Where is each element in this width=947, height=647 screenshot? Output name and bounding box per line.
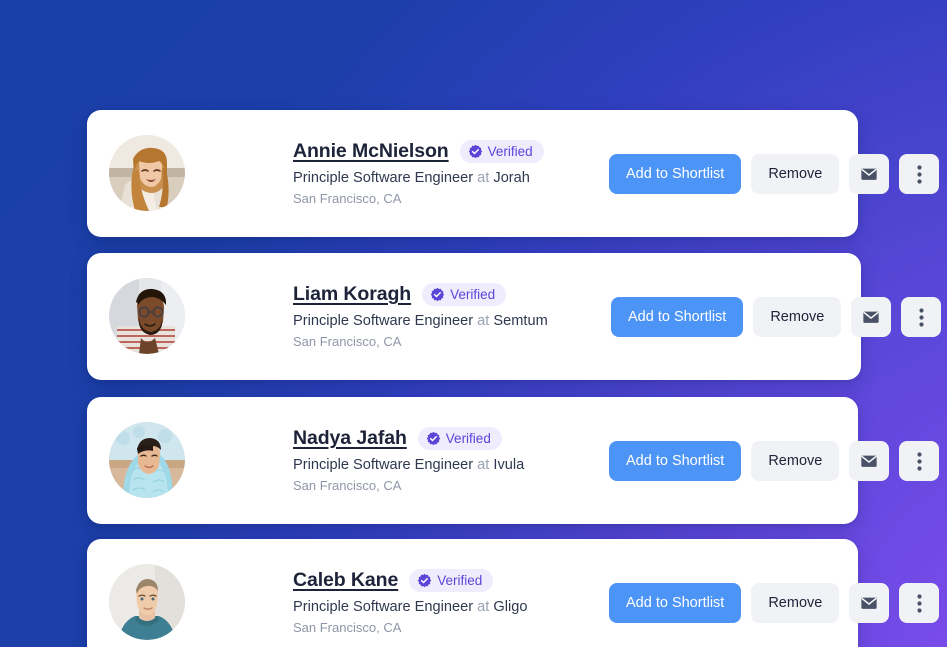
status-badge: Verified: [409, 569, 494, 592]
candidate-actions: Add to Shortlist Remove: [609, 583, 940, 623]
envelope-icon: [860, 452, 878, 470]
envelope-icon: [862, 308, 880, 326]
candidate-identity: Annie McNielson Verified Principle Softw…: [293, 140, 544, 206]
candidate-list: Annie McNielson Verified Principle Softw…: [0, 0, 947, 647]
candidate-company: Semtum: [493, 313, 548, 329]
candidate-title: Principle Software Engineer: [293, 313, 474, 329]
candidate-title: Principle Software Engineer: [293, 599, 474, 615]
verified-check-icon: [426, 431, 441, 446]
candidate-name[interactable]: Liam Koragh: [293, 283, 411, 306]
at-word: at: [477, 313, 490, 329]
verified-label: Verified: [437, 573, 483, 588]
candidate-identity: Nadya Jafah Verified Principle Software …: [293, 427, 524, 493]
status-badge: Verified: [459, 140, 544, 163]
candidate-location: San Francisco, CA: [293, 620, 402, 635]
name-row: Nadya Jafah Verified: [293, 427, 524, 450]
candidate-location: San Francisco, CA: [293, 478, 402, 493]
at-word: at: [477, 457, 490, 473]
name-row: Annie McNielson Verified: [293, 140, 544, 163]
candidate-title: Principle Software Engineer: [293, 457, 474, 473]
avatar-nadya-jafah: [109, 422, 185, 498]
more-vertical-icon: [919, 307, 924, 327]
at-word: at: [477, 170, 490, 186]
candidate-title: Principle Software Engineer: [293, 170, 474, 186]
message-button[interactable]: [851, 297, 892, 337]
remove-button[interactable]: Remove: [753, 297, 842, 337]
avatar-liam-koragh: [109, 278, 185, 354]
candidate-headline: Principle Software Engineer at Gligo: [293, 599, 527, 615]
verified-label: Verified: [487, 144, 533, 159]
name-row: Liam Koragh Verified: [293, 283, 548, 306]
verified-check-icon: [417, 573, 432, 588]
candidate-card[interactable]: Caleb Kane Verified Principle Software E…: [87, 539, 940, 647]
candidate-headline: Principle Software Engineer at Ivula: [293, 457, 524, 473]
message-button[interactable]: [849, 583, 890, 623]
more-vertical-icon: [917, 451, 922, 471]
add-to-shortlist-button[interactable]: Add to Shortlist: [609, 441, 742, 481]
envelope-icon: [860, 594, 878, 612]
candidate-card[interactable]: Annie McNielson Verified Principle Softw…: [87, 110, 940, 237]
add-to-shortlist-button[interactable]: Add to Shortlist: [609, 583, 742, 623]
more-vertical-icon: [917, 593, 922, 613]
candidate-company: Gligo: [493, 599, 528, 615]
status-badge: Verified: [417, 427, 502, 450]
candidate-identity: Caleb Kane Verified Principle Software E…: [293, 569, 527, 635]
verified-check-icon: [430, 287, 445, 302]
avatar-annie-mcnielson: [109, 135, 185, 211]
at-word: at: [477, 599, 490, 615]
envelope-icon: [860, 165, 878, 183]
candidate-headline: Principle Software Engineer at Jorah: [293, 170, 544, 186]
candidate-actions: Add to Shortlist Remove: [611, 297, 942, 337]
candidate-card[interactable]: Nadya Jafah Verified Principle Software …: [87, 397, 940, 524]
verified-check-icon: [468, 144, 483, 159]
add-to-shortlist-button[interactable]: Add to Shortlist: [609, 154, 742, 194]
candidate-company: Jorah: [493, 170, 530, 186]
verified-label: Verified: [445, 431, 491, 446]
candidate-card[interactable]: Liam Koragh Verified Principle Software …: [87, 253, 942, 380]
candidate-location: San Francisco, CA: [293, 191, 402, 206]
add-to-shortlist-button[interactable]: Add to Shortlist: [611, 297, 744, 337]
remove-button[interactable]: Remove: [751, 154, 840, 194]
candidate-headline: Principle Software Engineer at Semtum: [293, 313, 548, 329]
avatar-caleb-kane: [109, 564, 185, 640]
candidate-name[interactable]: Nadya Jafah: [293, 427, 407, 450]
more-options-button[interactable]: [899, 441, 940, 481]
remove-button[interactable]: Remove: [751, 441, 840, 481]
verified-label: Verified: [450, 287, 496, 302]
remove-button[interactable]: Remove: [751, 583, 840, 623]
candidate-identity: Liam Koragh Verified Principle Software …: [293, 283, 548, 349]
name-row: Caleb Kane Verified: [293, 569, 527, 592]
candidate-location: San Francisco, CA: [293, 334, 402, 349]
status-badge: Verified: [422, 283, 507, 306]
candidate-actions: Add to Shortlist Remove: [609, 441, 940, 481]
candidate-company: Ivula: [493, 457, 525, 473]
message-button[interactable]: [849, 154, 890, 194]
more-options-button[interactable]: [901, 297, 942, 337]
candidate-name[interactable]: Caleb Kane: [293, 569, 398, 592]
more-options-button[interactable]: [899, 583, 940, 623]
more-options-button[interactable]: [899, 154, 940, 194]
candidate-actions: Add to Shortlist Remove: [609, 154, 940, 194]
more-vertical-icon: [917, 164, 922, 184]
message-button[interactable]: [849, 441, 890, 481]
candidate-name[interactable]: Annie McNielson: [293, 140, 449, 163]
